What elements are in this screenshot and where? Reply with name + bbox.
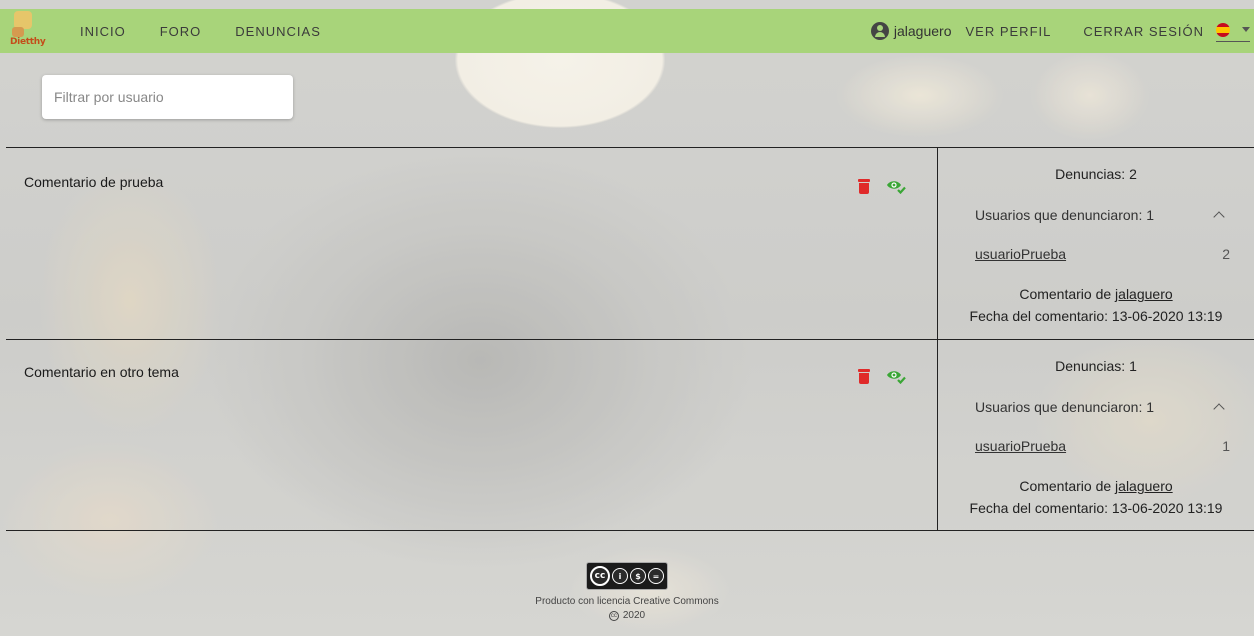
reporter-count: 2 xyxy=(1222,246,1230,262)
comment-author-line: Comentario de jalaguero xyxy=(938,283,1254,305)
reporter-row: usuarioPrueba 2 xyxy=(975,246,1230,262)
author-link[interactable]: jalaguero xyxy=(1115,478,1173,494)
navbar: Dietthy INICIO FORO DENUNCIAS jalaguero … xyxy=(0,9,1254,53)
reporter-row: usuarioPrueba 1 xyxy=(975,438,1230,454)
cc-small-icon: cc xyxy=(608,610,619,621)
report-details: Denuncias: 1 Usuarios que denunciaron: 1… xyxy=(938,340,1254,530)
username: jalaguero xyxy=(893,23,952,39)
reporters-expander[interactable]: Usuarios que denunciaron: 1 xyxy=(975,207,1225,223)
language-select[interactable] xyxy=(1216,20,1250,42)
author-link[interactable]: jalaguero xyxy=(1115,286,1173,302)
nav-link-denuncias[interactable]: DENUNCIAS xyxy=(235,24,321,39)
nc-icon: $ xyxy=(630,568,646,584)
delete-trash-icon[interactable] xyxy=(858,178,870,194)
spain-flag-icon xyxy=(1216,22,1230,37)
report-row: Comentario en otro tema Denuncias: 1 Usu… xyxy=(6,339,1254,530)
author-prefix: Comentario de xyxy=(1019,478,1116,494)
license-text: Producto con licencia Creative Commons xyxy=(535,596,719,607)
report-count: Denuncias: 2 xyxy=(1055,166,1137,182)
app-logo[interactable]: Dietthy xyxy=(8,9,48,53)
nd-icon: = xyxy=(648,568,664,584)
dropdown-arrow-icon xyxy=(1242,27,1250,32)
creative-commons-badge[interactable]: cc i $ = xyxy=(586,562,668,590)
delete-trash-icon[interactable] xyxy=(858,368,870,384)
author-prefix: Comentario de xyxy=(1019,286,1116,302)
filter-user-input[interactable] xyxy=(42,75,293,119)
comment-text: Comentario de prueba xyxy=(24,174,164,190)
report-row: Comentario de prueba Denuncias: 2 Usuari… xyxy=(6,147,1254,339)
list-bottom-divider xyxy=(6,530,1254,531)
user-menu: jalaguero VER PERFIL CERRAR SESIÓN xyxy=(870,20,1250,42)
filter-field xyxy=(42,75,293,119)
report-actions xyxy=(858,178,906,194)
chevron-up-icon xyxy=(1213,211,1225,223)
copyright-year: 2020 xyxy=(622,610,646,621)
pot-icon xyxy=(12,27,24,37)
comment-date: Fecha del comentario: 13-06-2020 13:19 xyxy=(969,308,1223,324)
logo-text: Dietthy xyxy=(10,37,46,47)
reporters-label: Usuarios que denunciaron: 1 xyxy=(975,399,1155,415)
chevron-up-icon xyxy=(1213,403,1225,415)
profile-link[interactable]: VER PERFIL xyxy=(966,24,1052,39)
user-circle-icon xyxy=(870,22,889,40)
logout-link[interactable]: CERRAR SESIÓN xyxy=(1083,24,1204,39)
approve-eye-check-icon[interactable] xyxy=(886,178,906,194)
reporter-user-link[interactable]: usuarioPrueba xyxy=(975,246,1066,262)
nav-links: INICIO FORO DENUNCIAS xyxy=(80,24,355,39)
cc-icon: cc xyxy=(590,566,610,586)
copyright-line: cc 2020 xyxy=(0,610,1254,621)
report-count: Denuncias: 1 xyxy=(1055,358,1137,374)
footer: cc i $ = Producto con licencia Creative … xyxy=(0,562,1254,621)
comment-author-line: Comentario de jalaguero xyxy=(938,475,1254,497)
reporters-expander[interactable]: Usuarios que denunciaron: 1 xyxy=(975,399,1225,415)
report-details: Denuncias: 2 Usuarios que denunciaron: 1… xyxy=(938,148,1254,339)
reporter-user-link[interactable]: usuarioPrueba xyxy=(975,438,1066,454)
comment-text: Comentario en otro tema xyxy=(24,364,179,380)
nav-link-foro[interactable]: FORO xyxy=(160,24,202,39)
by-icon: i xyxy=(612,568,628,584)
reporters-label: Usuarios que denunciaron: 1 xyxy=(975,207,1155,223)
report-actions xyxy=(858,368,906,384)
comment-meta: Comentario de jalaguero Fecha del coment… xyxy=(938,475,1254,519)
comment-date: Fecha del comentario: 13-06-2020 13:19 xyxy=(969,500,1223,516)
approve-eye-check-icon[interactable] xyxy=(886,368,906,384)
nav-link-inicio[interactable]: INICIO xyxy=(80,24,126,39)
reporter-count: 1 xyxy=(1222,438,1230,454)
comment-meta: Comentario de jalaguero Fecha del coment… xyxy=(938,283,1254,327)
